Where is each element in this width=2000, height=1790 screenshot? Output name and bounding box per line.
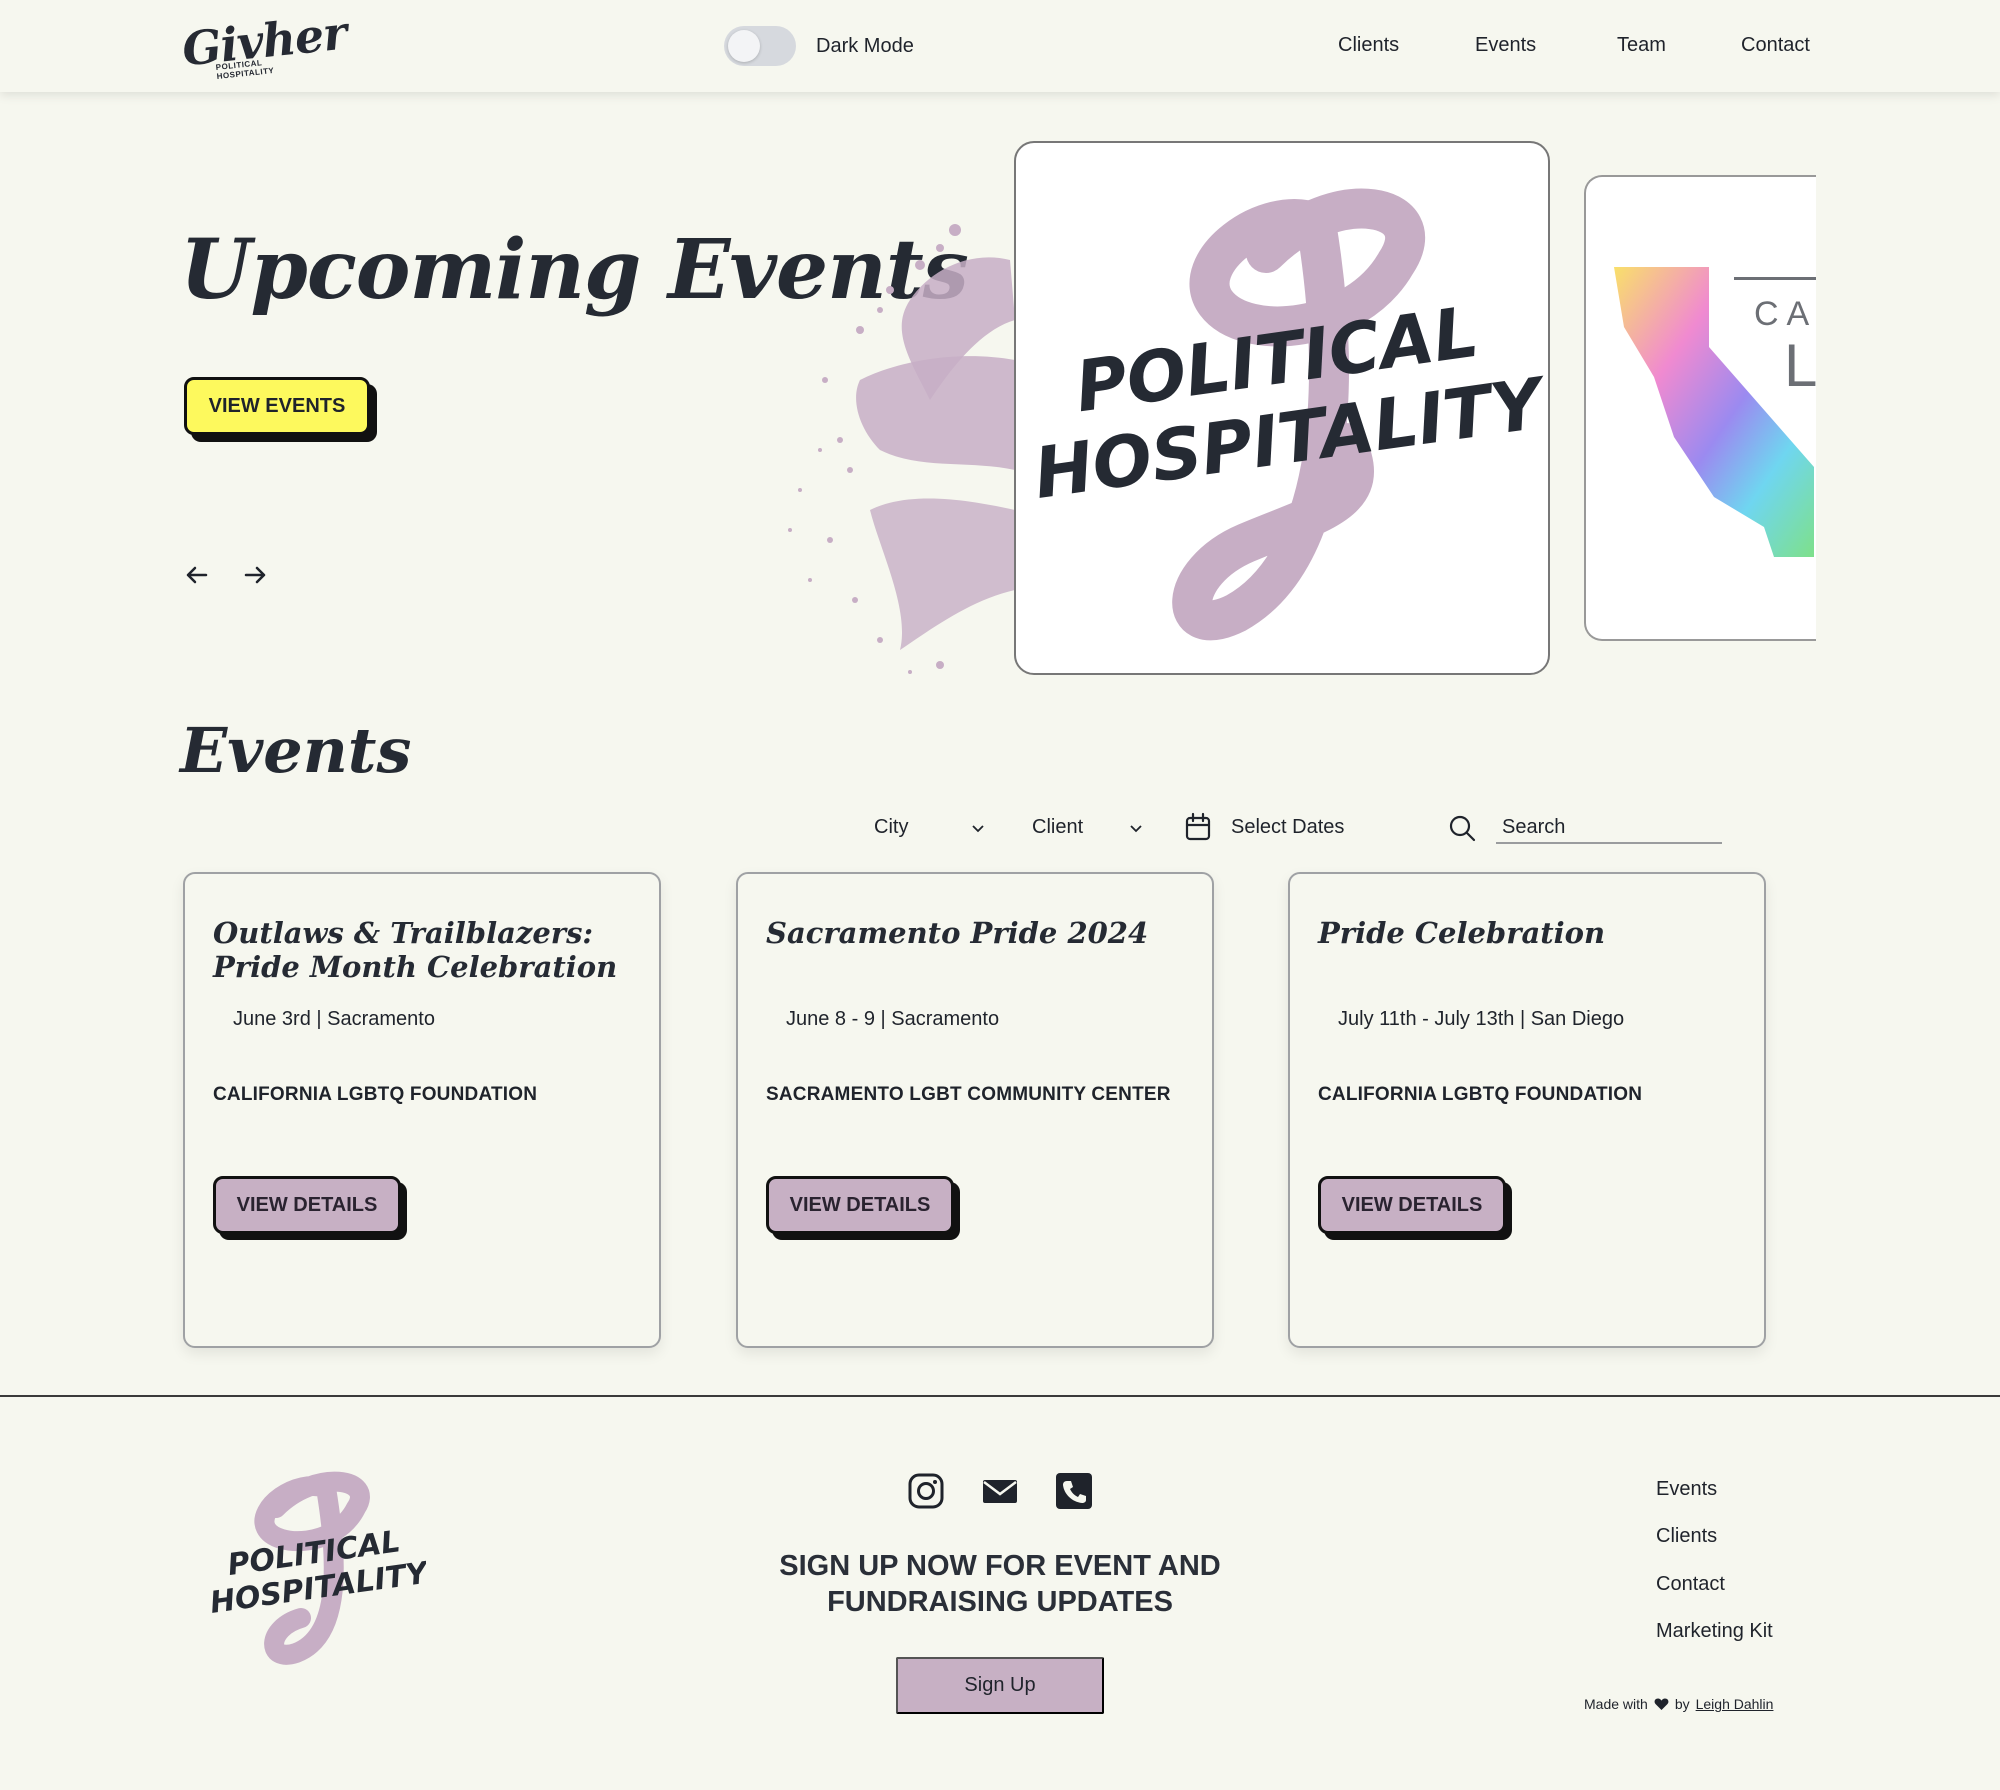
sign-up-button[interactable]: Sign Up [896, 1657, 1104, 1714]
credit-prefix: Made with [1584, 1696, 1648, 1712]
event-organization: CALIFORNIA LGBTQ FOUNDATION [213, 1084, 538, 1105]
arrow-left-icon[interactable] [182, 560, 212, 590]
footer-link-clients[interactable]: Clients [1656, 1525, 1717, 1548]
footer-link-marketing-kit[interactable]: Marketing Kit [1656, 1620, 1773, 1643]
nav-contact[interactable]: Contact [1741, 34, 1810, 57]
event-date-location: June 8 - 9 | Sacramento [786, 1008, 1000, 1030]
view-details-button[interactable]: VIEW DETAILS [766, 1176, 954, 1234]
events-section-title: Events [180, 714, 412, 787]
event-date-location: July 11th - July 13th | San Diego [1338, 1008, 1625, 1030]
event-title: Outlaws & Trailblazers: Pride Month Cele… [213, 916, 618, 984]
site-header: Givher POLITICAL HOSPITALITY Dark Mode C… [0, 0, 2000, 92]
credit-author-link[interactable]: Leigh Dahlin [1696, 1696, 1774, 1712]
event-card[interactable]: Sacramento Pride 2024 June 8 - 9 | Sacra… [736, 872, 1214, 1348]
search-input-underline [1496, 842, 1722, 844]
toggle-knob [728, 30, 760, 62]
chevron-down-icon[interactable] [970, 822, 986, 834]
view-details-button[interactable]: VIEW DETAILS [1318, 1176, 1506, 1234]
instagram-icon[interactable] [907, 1472, 945, 1510]
phone-icon[interactable] [1055, 1472, 1093, 1510]
city-filter[interactable]: City [874, 816, 908, 839]
view-events-button[interactable]: VIEW EVENTS [184, 377, 370, 435]
date-filter[interactable]: Select Dates [1231, 816, 1344, 839]
event-card[interactable]: Pride Celebration July 11th - July 13th … [1288, 872, 1766, 1348]
credit-line: Made with by Leigh Dahlin [1584, 1696, 1773, 1712]
footer-divider [0, 1395, 2000, 1397]
nav-events[interactable]: Events [1475, 34, 1536, 57]
next-event-card[interactable]: CA L [1584, 175, 1816, 641]
political-hospitality-logo: POLITICAL HOSPITALITY [1029, 188, 1548, 641]
paint-splash-decoration [788, 224, 1015, 674]
credit-by: by [1674, 1696, 1690, 1712]
brand-logo[interactable]: Givher POLITICAL HOSPITALITY [180, 6, 349, 81]
signup-heading: SIGN UP NOW FOR EVENT AND FUNDRAISING UP… [779, 1550, 1221, 1618]
side-card-rule [1734, 277, 1816, 280]
event-title: Pride Celebration [1318, 916, 1606, 950]
chevron-down-icon[interactable] [1128, 822, 1144, 834]
calendar-icon[interactable] [1184, 812, 1212, 842]
footer-logo[interactable]: POLITICAL HOSPITALITY [206, 1468, 426, 1668]
side-card-letter: L [1784, 332, 1816, 399]
side-card-text: CA [1754, 295, 1816, 333]
view-details-button[interactable]: VIEW DETAILS [213, 1176, 401, 1234]
event-title: Sacramento Pride 2024 [766, 916, 1149, 950]
event-card[interactable]: Outlaws & Trailblazers: Pride Month Cele… [183, 872, 661, 1348]
arrow-right-icon[interactable] [240, 560, 270, 590]
search-input[interactable]: Search [1502, 816, 1565, 839]
dark-mode-control: Dark Mode [724, 26, 914, 66]
event-organization: SACRAMENTO LGBT COMMUNITY CENTER [766, 1084, 1171, 1105]
event-organization: CALIFORNIA LGBTQ FOUNDATION [1318, 1084, 1643, 1105]
nav-clients[interactable]: Clients [1338, 34, 1399, 57]
dark-mode-label: Dark Mode [816, 34, 914, 57]
footer-link-contact[interactable]: Contact [1656, 1573, 1725, 1596]
dark-mode-toggle[interactable] [724, 26, 796, 66]
client-filter[interactable]: Client [1032, 816, 1083, 839]
footer-link-events[interactable]: Events [1656, 1478, 1717, 1501]
search-icon[interactable] [1448, 814, 1476, 842]
event-date-location: June 3rd | Sacramento [233, 1008, 435, 1030]
featured-event-card[interactable]: POLITICAL HOSPITALITY [1014, 141, 1550, 675]
heart-icon [1654, 1698, 1669, 1710]
mail-icon[interactable] [981, 1472, 1019, 1510]
nav-team[interactable]: Team [1617, 34, 1666, 57]
